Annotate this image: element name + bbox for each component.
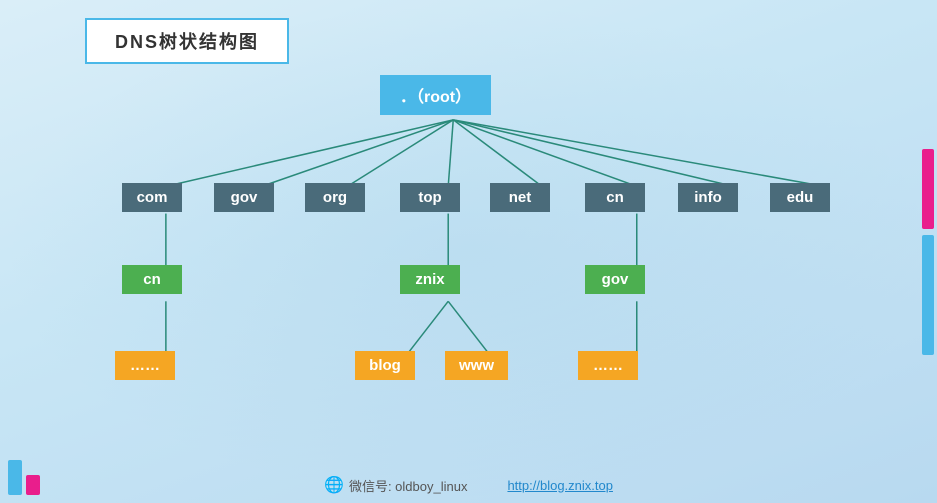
node-edu: edu <box>770 183 830 212</box>
node-www: www <box>445 351 508 380</box>
node-gov: gov <box>214 183 274 212</box>
node-cn-under-com: cn <box>122 265 182 294</box>
node-top: top <box>400 183 460 212</box>
node-gov-under-cn: gov <box>585 265 645 294</box>
deco-bar-blue <box>922 235 934 355</box>
node-znix: znix <box>400 265 460 294</box>
tree-connections-svg <box>60 65 907 463</box>
tree-diagram: ．（root） com gov org top net cn info edu … <box>60 65 907 463</box>
wechat-icon: 🌐 <box>324 475 344 495</box>
node-dots-cn: …… <box>578 351 638 380</box>
page-title: DNS树状结构图 <box>115 32 259 52</box>
deco-bar-pink <box>922 149 934 229</box>
node-cn: cn <box>585 183 645 212</box>
node-blog: blog <box>355 351 415 380</box>
node-info: info <box>678 183 738 212</box>
footer: 🌐 微信号: oldboy_linux http://blog.znix.top <box>0 475 937 495</box>
title-box: DNS树状结构图 <box>85 18 289 64</box>
node-com: com <box>122 183 182 212</box>
main-container: DNS树状结构图 <box>0 0 937 503</box>
node-org: org <box>305 183 365 212</box>
right-deco-bars <box>919 0 937 503</box>
wechat-label: 微信号: oldboy_linux <box>349 476 468 495</box>
node-root: ．（root） <box>380 75 491 115</box>
wechat-info: 🌐 微信号: oldboy_linux <box>324 475 467 495</box>
node-net: net <box>490 183 550 212</box>
node-dots-com: …… <box>115 351 175 380</box>
footer-url[interactable]: http://blog.znix.top <box>507 478 613 493</box>
